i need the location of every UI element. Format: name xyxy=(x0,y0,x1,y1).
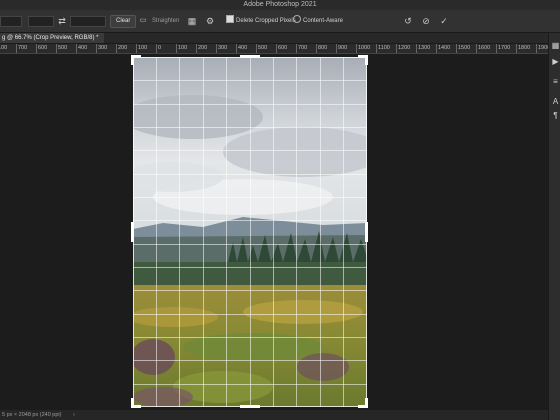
content-aware-label: Content-Aware xyxy=(303,18,343,24)
delete-cropped-option[interactable]: Delete Cropped Pixels xyxy=(226,15,296,27)
content-aware-option[interactable]: Content-Aware xyxy=(293,15,343,27)
ruler-tick-label: 1800 xyxy=(516,44,531,53)
ruler-tick-label: 0 xyxy=(156,44,162,53)
ruler-tick-label: 100 xyxy=(176,44,188,53)
ruler-tick-label: 700 xyxy=(296,44,308,53)
ruler-tick-label: 1900 xyxy=(536,44,548,53)
width-field[interactable] xyxy=(28,16,54,27)
delete-cropped-checkbox[interactable] xyxy=(226,15,234,24)
options-bar: ⇄ Clear ▭ Straighten ▦ ⚙ Delete Cropped … xyxy=(0,10,560,33)
character-icon[interactable]: A xyxy=(551,97,560,106)
adjust-sliders-icon[interactable]: ≡ xyxy=(551,77,560,86)
app-title-bar: Adobe Photoshop 2021 xyxy=(0,0,560,10)
ruler-tick-label: 1700 xyxy=(496,44,511,53)
status-bar: 5 px × 2048 px (240 ppi) › xyxy=(0,410,548,420)
ruler-tick-label: 1500 xyxy=(456,44,471,53)
right-panel-strip: ▦ ▶ ≡ A ¶ xyxy=(548,33,560,420)
clear-button-label: Clear xyxy=(116,18,131,24)
straighten-label: Straighten xyxy=(152,18,180,24)
crop-handle-bottom-left-v[interactable] xyxy=(131,398,134,408)
status-arrow-icon[interactable]: › xyxy=(73,412,75,418)
grid-overlay-icon[interactable]: ▦ xyxy=(186,15,198,27)
panel-grid-icon[interactable]: ▦ xyxy=(551,41,560,50)
ruler-tick-label: 1100 xyxy=(376,44,390,53)
ruler-tick-label: 700 xyxy=(16,44,28,53)
crop-handle-bottom-right-v[interactable] xyxy=(365,398,368,408)
ruler-tick-label: 200 xyxy=(116,44,128,53)
document-size-status: 5 px × 2048 px (240 ppi) xyxy=(2,412,62,418)
straighten-icon[interactable]: ▭ xyxy=(137,15,149,27)
crop-handle-bottom[interactable] xyxy=(240,405,260,408)
ruler-tick-label: 400 xyxy=(236,44,248,53)
app-title: Adobe Photoshop 2021 xyxy=(243,1,317,8)
ruler-tick-label: 1400 xyxy=(436,44,451,53)
delete-cropped-label: Delete Cropped Pixels xyxy=(236,18,296,24)
content-aware-checkbox[interactable] xyxy=(293,15,301,24)
ruler-tick-label: 200 xyxy=(196,44,208,53)
swap-icon[interactable]: ⇄ xyxy=(56,15,68,27)
horizontal-ruler[interactable]: 1007006005004003002001000100200300400500… xyxy=(0,44,548,54)
ruler-tick-label: 500 xyxy=(256,44,268,53)
ruler-tick-label: 1600 xyxy=(476,44,491,53)
crop-box-border xyxy=(133,57,367,407)
gear-icon[interactable]: ⚙ xyxy=(204,15,216,27)
ruler-tick-label: 300 xyxy=(216,44,228,53)
paragraph-icon[interactable]: ¶ xyxy=(551,111,560,120)
ruler-tick-label: 1000 xyxy=(356,44,371,53)
ruler-tick-label: 500 xyxy=(56,44,68,53)
crop-handle-top-right-v[interactable] xyxy=(365,55,368,65)
height-field[interactable] xyxy=(70,16,106,27)
ruler-tick-label: 600 xyxy=(276,44,288,53)
crop-handle-top[interactable] xyxy=(240,55,260,58)
ruler-tick-label: 1200 xyxy=(396,44,411,53)
crop-handle-right[interactable] xyxy=(365,222,368,242)
ruler-tick-label: 600 xyxy=(36,44,48,53)
document-tab[interactable]: g @ 66.7% (Crop Preview, RGB/8) * xyxy=(0,33,105,43)
clear-button[interactable]: Clear xyxy=(110,15,137,28)
ruler-tick-label: 400 xyxy=(76,44,88,53)
ratio-preset-select[interactable] xyxy=(0,16,22,27)
ruler-tick-label: 100 xyxy=(0,44,7,53)
crop-handle-left[interactable] xyxy=(131,222,134,242)
ruler-tick-label: 300 xyxy=(96,44,108,53)
crop-handle-top-left-v[interactable] xyxy=(131,55,134,65)
undo-icon[interactable]: ↺ xyxy=(402,15,414,27)
document-tab-label: g @ 66.7% (Crop Preview, RGB/8) * xyxy=(2,35,99,41)
ruler-tick-label: 900 xyxy=(336,44,348,53)
ruler-tick-label: 100 xyxy=(136,44,148,53)
ruler-tick-label: 800 xyxy=(316,44,328,53)
document-tab-bar: g @ 66.7% (Crop Preview, RGB/8) * xyxy=(0,33,548,44)
play-icon[interactable]: ▶ xyxy=(551,57,560,66)
ruler-tick-label: 1300 xyxy=(416,44,431,53)
cancel-icon[interactable]: ⊘ xyxy=(420,15,432,27)
checkmark-icon[interactable]: ✓ xyxy=(438,15,450,27)
